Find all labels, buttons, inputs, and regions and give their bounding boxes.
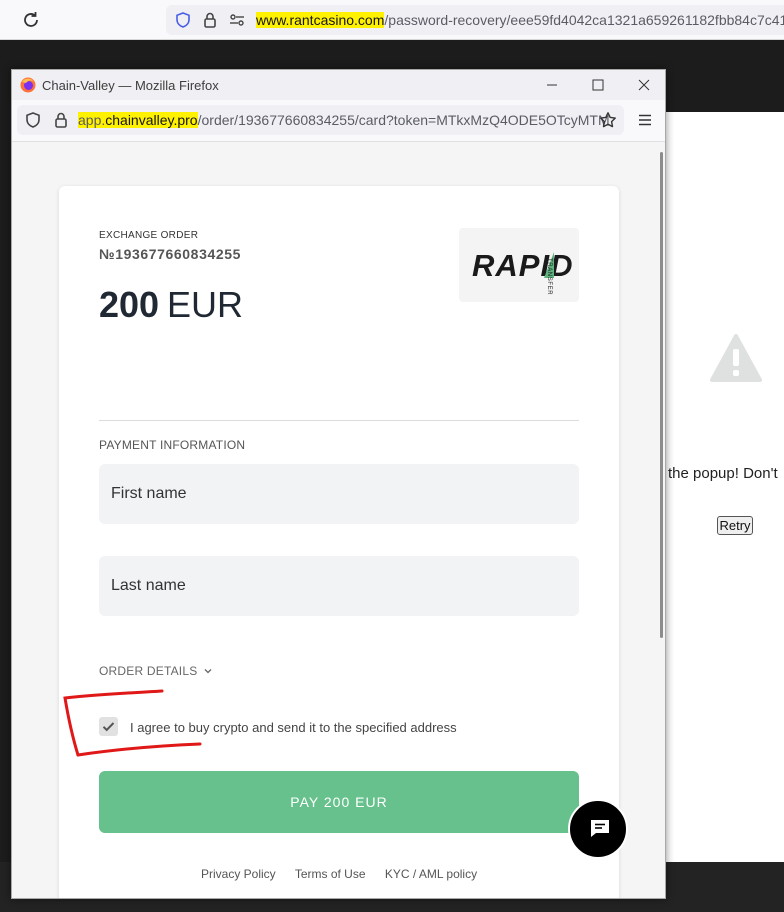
popup-content: EXCHANGE ORDER №193677660834255 200 EUR …	[12, 141, 665, 898]
order-details-label: ORDER DETAILS	[99, 664, 198, 678]
background-url-domain: www.rantcasino.com	[256, 12, 385, 28]
close-icon[interactable]	[630, 73, 658, 97]
popup-url-subdomain: app.	[78, 112, 106, 128]
chat-button[interactable]	[568, 799, 628, 859]
payment-card: EXCHANGE ORDER №193677660834255 200 EUR …	[59, 186, 619, 898]
payment-information-heading: PAYMENT INFORMATION	[99, 438, 246, 452]
background-popup-message: the popup! Don't	[668, 465, 778, 482]
shield-icon[interactable]	[24, 111, 42, 129]
footer-links: Privacy Policy Terms of Use KYC / AML po…	[201, 867, 493, 881]
background-browser-toolbar: www.rantcasino.com/password-recovery/eee…	[0, 0, 784, 40]
chevron-down-icon	[204, 669, 212, 674]
reload-icon[interactable]	[20, 9, 42, 31]
privacy-policy-link[interactable]: Privacy Policy	[201, 867, 276, 881]
agree-label: I agree to buy crypto and send it to the…	[130, 720, 457, 735]
chat-icon	[591, 820, 609, 837]
popup-url-domain: chainvalley.pro	[105, 112, 198, 128]
background-url-text: www.rantcasino.com/password-recovery/eee…	[256, 12, 784, 28]
divider	[99, 420, 579, 421]
popup-titlebar[interactable]: Chain-Valley — Mozilla Firefox	[12, 70, 665, 100]
first-name-field[interactable]	[99, 464, 579, 524]
bookmark-star-icon[interactable]	[599, 111, 617, 129]
shield-icon[interactable]	[174, 11, 192, 29]
warning-icon	[710, 334, 762, 382]
popup-url-path: /order/193677660834255/card?token=MTkxMz…	[197, 112, 610, 128]
background-url-bar[interactable]: www.rantcasino.com/password-recovery/eee…	[166, 5, 784, 35]
firefox-logo-icon	[20, 77, 36, 93]
permissions-icon[interactable]	[228, 11, 246, 29]
kyc-aml-policy-link[interactable]: KYC / AML policy	[385, 867, 477, 881]
logo-subtext: TRANSFER	[546, 258, 552, 296]
logo-text: RAPID	[472, 248, 574, 283]
lock-icon[interactable]	[201, 11, 219, 29]
background-url-path: /password-recovery/eee59fd4042ca1321a659…	[384, 12, 784, 28]
order-details-toggle[interactable]: ORDER DETAILS	[99, 664, 212, 678]
popup-url-bar[interactable]: app.chainvalley.pro/order/19367766083425…	[17, 105, 624, 135]
pay-button[interactable]: PAY 200 EUR	[99, 771, 579, 833]
scrollbar[interactable]	[660, 152, 663, 638]
order-currency: EUR	[167, 284, 244, 325]
retry-button[interactable]: Retry	[717, 516, 753, 535]
checkmark-icon	[102, 722, 115, 732]
hamburger-menu-icon[interactable]	[636, 111, 654, 129]
minimize-icon[interactable]	[538, 73, 566, 97]
last-name-field[interactable]	[99, 556, 579, 616]
order-amount: 200	[99, 284, 160, 325]
terms-of-use-link[interactable]: Terms of Use	[295, 867, 366, 881]
popup-url-text: app.chainvalley.pro/order/19367766083425…	[78, 112, 610, 128]
rapid-transfer-logo: RAPID TRANSFER	[459, 228, 579, 302]
order-label: EXCHANGE ORDER	[99, 230, 199, 241]
background-page-content	[666, 112, 784, 862]
popup-window: Chain-Valley — Mozilla Firefox app.chain…	[11, 69, 666, 899]
lock-icon[interactable]	[52, 111, 70, 129]
maximize-icon[interactable]	[584, 73, 612, 97]
window-title: Chain-Valley — Mozilla Firefox	[42, 78, 219, 93]
agree-checkbox[interactable]	[99, 717, 118, 736]
order-number: №193677660834255	[99, 246, 241, 262]
